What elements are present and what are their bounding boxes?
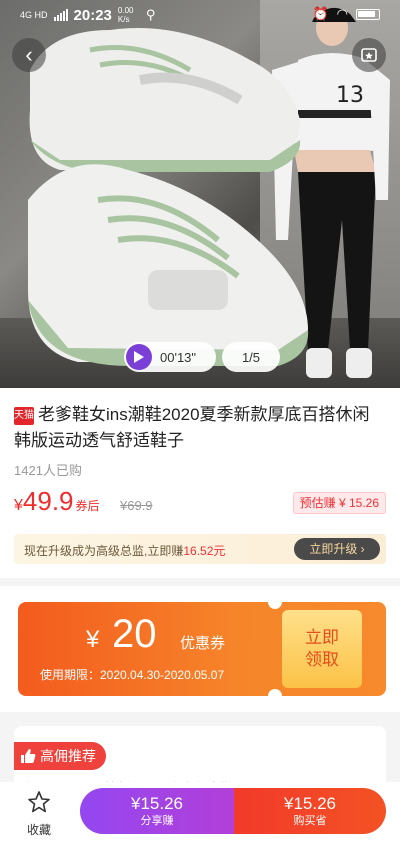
share-label: 分享赚 xyxy=(140,815,174,827)
star-icon xyxy=(28,791,50,813)
signal-icon xyxy=(53,9,68,21)
price-currency: ¥ xyxy=(14,497,23,514)
image-counter: 1/5 xyxy=(222,342,280,372)
claim-line-1: 立即 xyxy=(305,628,339,647)
coupon-card[interactable]: ¥ 20 优惠券 使用期限：2020.04.30-2020.05.07 立即 领… xyxy=(18,602,386,696)
status-bar: 4G HD 20:23 0.00 K/s ⚲ ⏰ ◠ xyxy=(0,0,400,26)
claim-coupon-button[interactable]: 立即 领取 xyxy=(282,610,362,688)
upgrade-banner[interactable]: 现在升级成为高级总监,立即赚16.52元 立即升级 › xyxy=(14,534,386,564)
svg-text:13: 13 xyxy=(336,83,364,108)
coupon-amount: 20 xyxy=(112,612,157,656)
recommend-tag-label: 高佣推荐 xyxy=(40,748,96,764)
coupon-currency: ¥ xyxy=(86,626,100,653)
upgrade-button-label: 立即升级 xyxy=(309,542,358,556)
coupon-notch-bottom xyxy=(268,689,282,696)
shop-star-icon xyxy=(361,48,377,62)
collect-label: 收藏 xyxy=(26,823,51,837)
network-speed: 0.00 K/s xyxy=(117,6,134,24)
upgrade-text-prefix: 现在升级成为高级总监,立即赚 xyxy=(24,544,184,558)
coupon-section: ¥ 20 优惠券 使用期限：2020.04.30-2020.05.07 立即 领… xyxy=(0,586,400,712)
status-time: 20:23 xyxy=(73,6,112,24)
share-earn-button[interactable]: ¥15.26 分享赚 xyxy=(80,788,234,834)
alarm-icon: ⏰ xyxy=(312,6,329,21)
bottom-action-bar: 收藏 ¥15.26 分享赚 ¥15.26 购买省 xyxy=(0,782,400,844)
recommend-tag: 高佣推荐 xyxy=(14,742,106,770)
collect-button[interactable]: 收藏 xyxy=(22,790,56,838)
upgrade-button[interactable]: 立即升级 › xyxy=(294,538,380,560)
share-amount: ¥15.26 xyxy=(131,794,183,813)
product-image-carousel[interactable]: 13 4G HD 20:23 0.00 K/s ⚲ ⏰ ◠ ‹ 00'13" 1… xyxy=(0,0,400,388)
current-price: ¥49.9 券后 xyxy=(14,486,100,517)
buy-amount: ¥15.26 xyxy=(284,794,336,813)
thumbs-up-icon xyxy=(21,749,36,763)
battery-icon xyxy=(356,8,380,20)
wifi-icon: ◠ xyxy=(336,6,348,21)
sold-count: 1421人已购 xyxy=(14,463,82,478)
video-duration: 00'13" xyxy=(160,349,197,365)
store-button[interactable] xyxy=(352,38,386,72)
usb-icon: ⚲ xyxy=(145,7,156,22)
claim-line-2: 领取 xyxy=(305,650,339,669)
buy-label: 购买省 xyxy=(293,815,327,827)
buy-save-button[interactable]: ¥15.26 购买省 xyxy=(234,788,386,834)
price-value: 49.9 xyxy=(22,486,74,516)
tmall-badge: 天猫 xyxy=(14,407,34,425)
chevron-right-icon: › xyxy=(360,542,365,556)
coupon-valid-period: 使用期限：2020.04.30-2020.05.07 xyxy=(40,668,225,682)
price-suffix: 券后 xyxy=(75,499,100,513)
shoe-bottom-photo xyxy=(18,150,318,370)
coupon-notch-top xyxy=(268,602,282,609)
product-info-card: 天猫 老爹鞋女ins潮鞋2020夏季新款厚底百搭休闲韩版运动透气舒适鞋子 1421… xyxy=(0,388,400,578)
back-button[interactable]: ‹ xyxy=(12,38,46,72)
action-buttons: ¥15.26 分享赚 ¥15.26 购买省 xyxy=(80,788,386,834)
network-label: 4G HD xyxy=(20,10,48,20)
play-icon xyxy=(126,344,152,370)
coupon-label: 优惠券 xyxy=(180,635,226,652)
chevron-left-icon: ‹ xyxy=(25,42,33,67)
product-title-text: 老爹鞋女ins潮鞋2020夏季新款厚底百搭休闲韩版运动透气舒适鞋子 xyxy=(14,405,370,450)
original-price: ¥69.9 xyxy=(120,498,153,513)
estimated-earn-badge: 预估赚 ¥ 15.26 xyxy=(292,492,386,514)
price-row: ¥49.9 券后 ¥69.9 预估赚 ¥ 15.26 xyxy=(14,486,386,520)
video-play-button[interactable]: 00'13" xyxy=(124,342,216,372)
product-detail-page: 13 4G HD 20:23 0.00 K/s ⚲ ⏰ ◠ ‹ 00'13" 1… xyxy=(0,0,400,844)
upgrade-amount: 16.52元 xyxy=(183,544,226,558)
upgrade-text: 现在升级成为高级总监,立即赚16.52元 xyxy=(24,542,225,559)
product-title: 天猫 老爹鞋女ins潮鞋2020夏季新款厚底百搭休闲韩版运动透气舒适鞋子 xyxy=(14,402,386,454)
